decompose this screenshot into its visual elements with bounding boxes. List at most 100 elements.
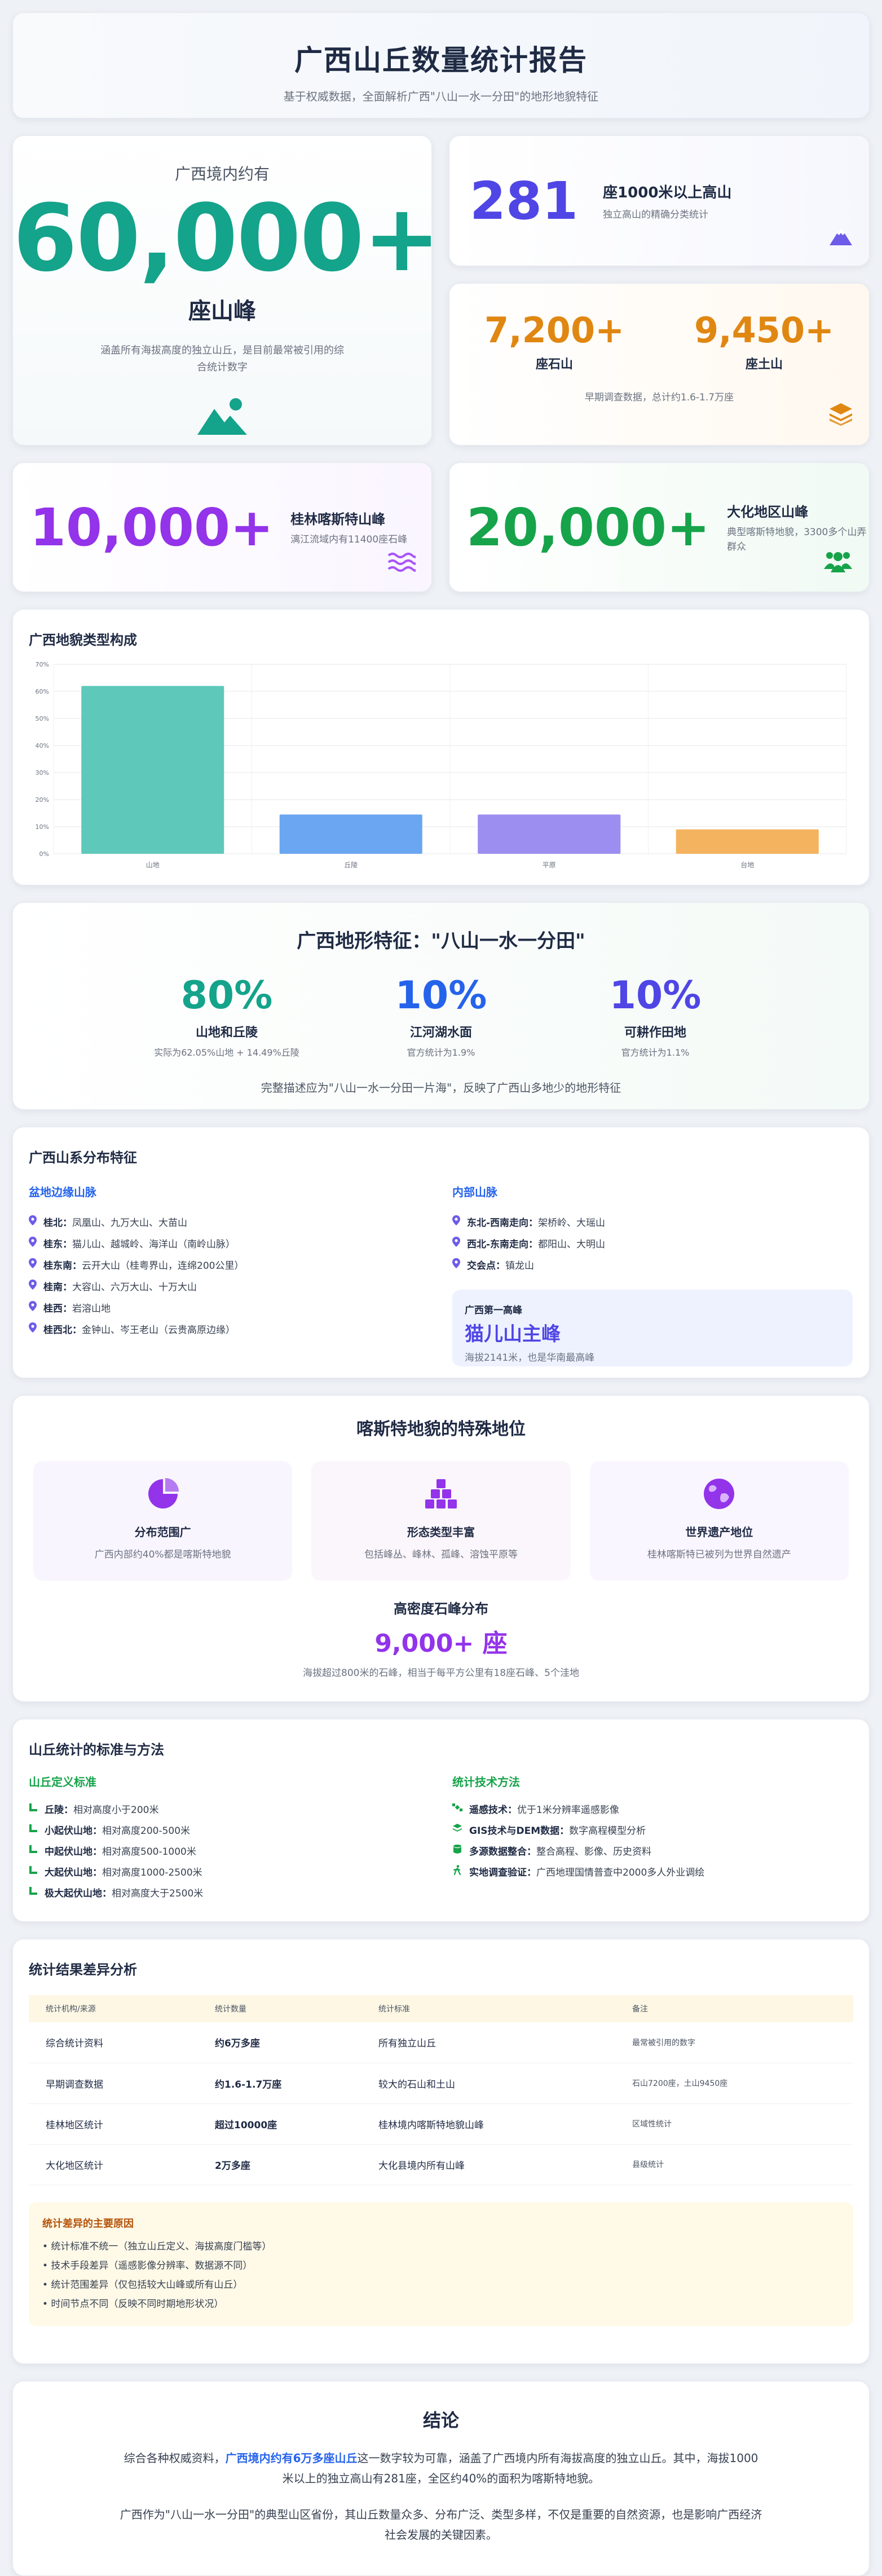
table-row: 大化地区统计 2万多座 大化县境内所有山峰 县级统计 — [29, 2144, 853, 2185]
hero-unit: 座山峰 — [188, 298, 256, 324]
item-value: 相对高度200-500米 — [102, 1825, 191, 1837]
x-tick-label: 丘陵 — [344, 861, 358, 869]
inner-mountains-title: 内部山脉 — [452, 1185, 497, 1199]
bar-丘陵 — [279, 814, 422, 854]
inner-mountains-column: 内部山脉 东北-西南走向： 架桥岭、大瑶山 西北-东南走向： 都阳山、大明山 交会点：镇… — [452, 1183, 853, 1366]
highest-peak-highlight: 广西第一高峰 猫儿山主峰 海拔2141米，也是华南最高峰 — [452, 1290, 853, 1366]
report-header: 广西山丘数量统计报告 基于权威数据，全面解析广西"八山一水一分田"的地形地貌特征 — [12, 12, 870, 118]
item-key: GIS技术与DEM数据： — [469, 1825, 570, 1837]
item-key: 大起伏山地： — [45, 1867, 102, 1878]
item-value: 广西地理国情普查中2000多人外业调绘 — [536, 1867, 705, 1878]
item-key: 中起伏山地： — [45, 1846, 102, 1858]
item-value: 优于1米分辨率遥感影像 — [517, 1805, 619, 1816]
definition-item: 丘陵： 相对高度小于200米 — [29, 1798, 430, 1819]
high-peaks-card: 281 座1000米以上高山 独立高山的精确分类统计 — [449, 135, 870, 266]
item-value: 相对高度1000-2500米 — [102, 1867, 202, 1878]
dahua-number: 20,000+ — [466, 497, 711, 558]
bar-山地 — [81, 686, 224, 854]
globe-icon — [590, 1477, 849, 1513]
edge-mountains-title: 盆地边缘山脉 — [29, 1185, 96, 1199]
karst-box-desc: 广西内部约40%都是喀斯特地貌 — [94, 1549, 231, 1560]
item-key: 遥感技术： — [469, 1805, 517, 1816]
table-cell: 石山7200座，土山9450座 — [615, 2063, 853, 2104]
location-pin-icon — [29, 1300, 37, 1314]
guilin-desc: 漓江流域内有11400座石峰 — [290, 533, 408, 545]
technique-item: 多源数据整合： 整合高程、影像、历史资料 — [452, 1840, 853, 1861]
high-peaks-number: 281 — [470, 170, 579, 231]
conclusion-paragraph-1: 综合各种权威资料，广西境内约有6万多座山丘这一数字较为可靠，涵盖了广西境内所有海… — [120, 2448, 762, 2489]
y-tick-label: 10% — [36, 823, 49, 831]
distribution-card: 广西山系分布特征 盆地边缘山脉 桂北： 凤凰山、九万大山、大苗山 桂东： 猫儿山、越城… — [12, 1127, 870, 1378]
mountain-range-item: 桂西： 岩溶山地 — [29, 1296, 430, 1318]
hero-number: 60,000+ — [13, 184, 440, 292]
item-value: 数字高程模型分析 — [569, 1825, 646, 1837]
terrain-stat-mountain: 80% 山地和丘陵 实际为62.05%山地 + 14.49%丘陵 — [120, 973, 334, 1058]
item-key: 西北-东南走向： — [467, 1238, 539, 1250]
distribution-title: 广西山系分布特征 — [29, 1150, 137, 1166]
terrain-stat-value: 10% — [609, 973, 702, 1018]
karst-focus-desc: 海拔超过800米的石峰，相当于每平方公里有18座石峰、5个洼地 — [303, 1668, 579, 1679]
comparison-table: 统计机构/来源 统计数量 统计标准 备注 综合统计资料 约6万多座 所有独立山丘 最常… — [29, 1995, 853, 2185]
item-value: 凤凰山、九万大山、大苗山 — [72, 1217, 187, 1229]
landform-bar-chart: 0% 10% 20% 30% 40% 50% 60% 70% 山地 丘陵 平原 台地 — [36, 661, 847, 869]
definition-column: 山丘定义标准 丘陵： 相对高度小于200米 小起伏山地： 相对高度200-500米 中起… — [29, 1773, 430, 1903]
terrain-stat-water: 10% 江河湖水面 官方统计为1.9% — [334, 973, 548, 1058]
karst-box-range: 分布范围广 广西内部约40%都是喀斯特地貌 — [33, 1461, 293, 1581]
table-header: 统计机构/来源 — [29, 1995, 198, 2022]
y-tick-label: 0% — [39, 850, 49, 858]
table-cell: 最常被引用的数字 — [615, 2022, 853, 2063]
table-header-row: 统计机构/来源 统计数量 统计标准 备注 — [29, 1995, 853, 2022]
item-key: 桂西北： — [43, 1324, 82, 1336]
karst-box-forms: 形态类型丰富 包括峰丛、峰林、孤峰、溶蚀平原等 — [311, 1461, 571, 1581]
terrain-stat-value: 80% — [180, 973, 273, 1018]
terrain-summary: 完整描述应为"八山一水一分田一片海"，反映了广西山多地少的地形特征 — [261, 1081, 621, 1095]
table-cell: 综合统计资料 — [29, 2022, 198, 2063]
item-value: 相对高度小于200米 — [73, 1805, 159, 1816]
landform-chart-card: 广西地貌类型构成 0% 10% 20% 30% 40% 50% 60% 70% 山地 丘陵 平原 台地 — [12, 609, 870, 885]
item-key: 丘陵： — [45, 1805, 73, 1816]
guilin-number: 10,000+ — [30, 497, 274, 558]
terrain-stat-sub: 官方统计为1.9% — [407, 1047, 475, 1058]
bar-台地 — [676, 829, 819, 854]
location-pin-icon — [452, 1236, 460, 1250]
mountain-icon — [13, 396, 431, 438]
table-cell: 桂林境内喀斯特地貌山峰 — [361, 2103, 615, 2145]
item-value: 猫儿山、越城岭、海洋山（南岭山脉） — [72, 1238, 235, 1250]
comparison-title: 统计结果差异分析 — [29, 1962, 137, 1978]
item-value: 相对高度大于2500米 — [112, 1888, 204, 1899]
karst-box-title: 形态类型丰富 — [407, 1525, 475, 1539]
definition-item: 中起伏山地： 相对高度500-1000米 — [29, 1840, 430, 1861]
table-header: 备注 — [615, 1995, 853, 2022]
item-value: 云开大山（桂粤界山，连绵200公里） — [82, 1260, 244, 1272]
water-icon — [387, 551, 417, 575]
mountain-range-item: 桂西北： 金钟山、岑王老山（云贵高原边缘） — [29, 1318, 430, 1339]
item-value: 架桥岭、大瑶山 — [538, 1217, 606, 1229]
guilin-card: 10,000+ 桂林喀斯特山峰 漓江流域内有11400座石峰 — [12, 462, 432, 592]
location-pin-icon — [29, 1279, 37, 1293]
reason-item: • 时间节点不同（反映不同时期地形状况） — [42, 2298, 224, 2310]
hero-prefix: 广西境内约有 — [174, 165, 270, 183]
karst-focus-title: 高密度石峰分布 — [394, 1601, 488, 1617]
table-cell: 约6万多座 — [198, 2022, 361, 2063]
cubes-icon — [311, 1477, 570, 1513]
mountain-range-item: 西北-东南走向： 都阳山、大明山 — [452, 1232, 853, 1254]
hero-description: 涵盖所有海拔高度的独立山丘，是目前最常被引用的综合统计数字 — [100, 345, 344, 373]
mountain-small-icon — [828, 225, 853, 249]
table-cell: 超过10000座 — [198, 2103, 361, 2145]
highest-peak-desc: 海拔2141米，也是华南最高峰 — [465, 1352, 595, 1364]
table-cell: 约1.6-1.7万座 — [198, 2063, 361, 2104]
item-value: 岩溶山地 — [72, 1303, 111, 1315]
mountain-range-item: 交会点： 镇龙山 — [452, 1254, 853, 1275]
terrain-card: 广西地形特征："八山一水一分田" 80% 山地和丘陵 实际为62.05%山地 +… — [12, 902, 870, 1110]
y-tick-label: 30% — [36, 769, 49, 777]
x-tick-label: 平原 — [543, 861, 556, 869]
table-row: 综合统计资料 约6万多座 所有独立山丘 最常被引用的数字 — [29, 2022, 853, 2063]
table-header: 统计数量 — [198, 1995, 361, 2022]
dahua-title: 大化地区山峰 — [727, 504, 809, 520]
definition-item: 小起伏山地： 相对高度200-500米 — [29, 1819, 430, 1840]
terrain-stat-sub: 官方统计为1.1% — [621, 1047, 690, 1058]
ruler-icon — [29, 1845, 38, 1856]
terrain-title: 广西地形特征："八山一水一分田" — [297, 930, 585, 952]
page-title: 广西山丘数量统计报告 — [294, 44, 588, 77]
table-cell: 区域性统计 — [615, 2103, 853, 2145]
